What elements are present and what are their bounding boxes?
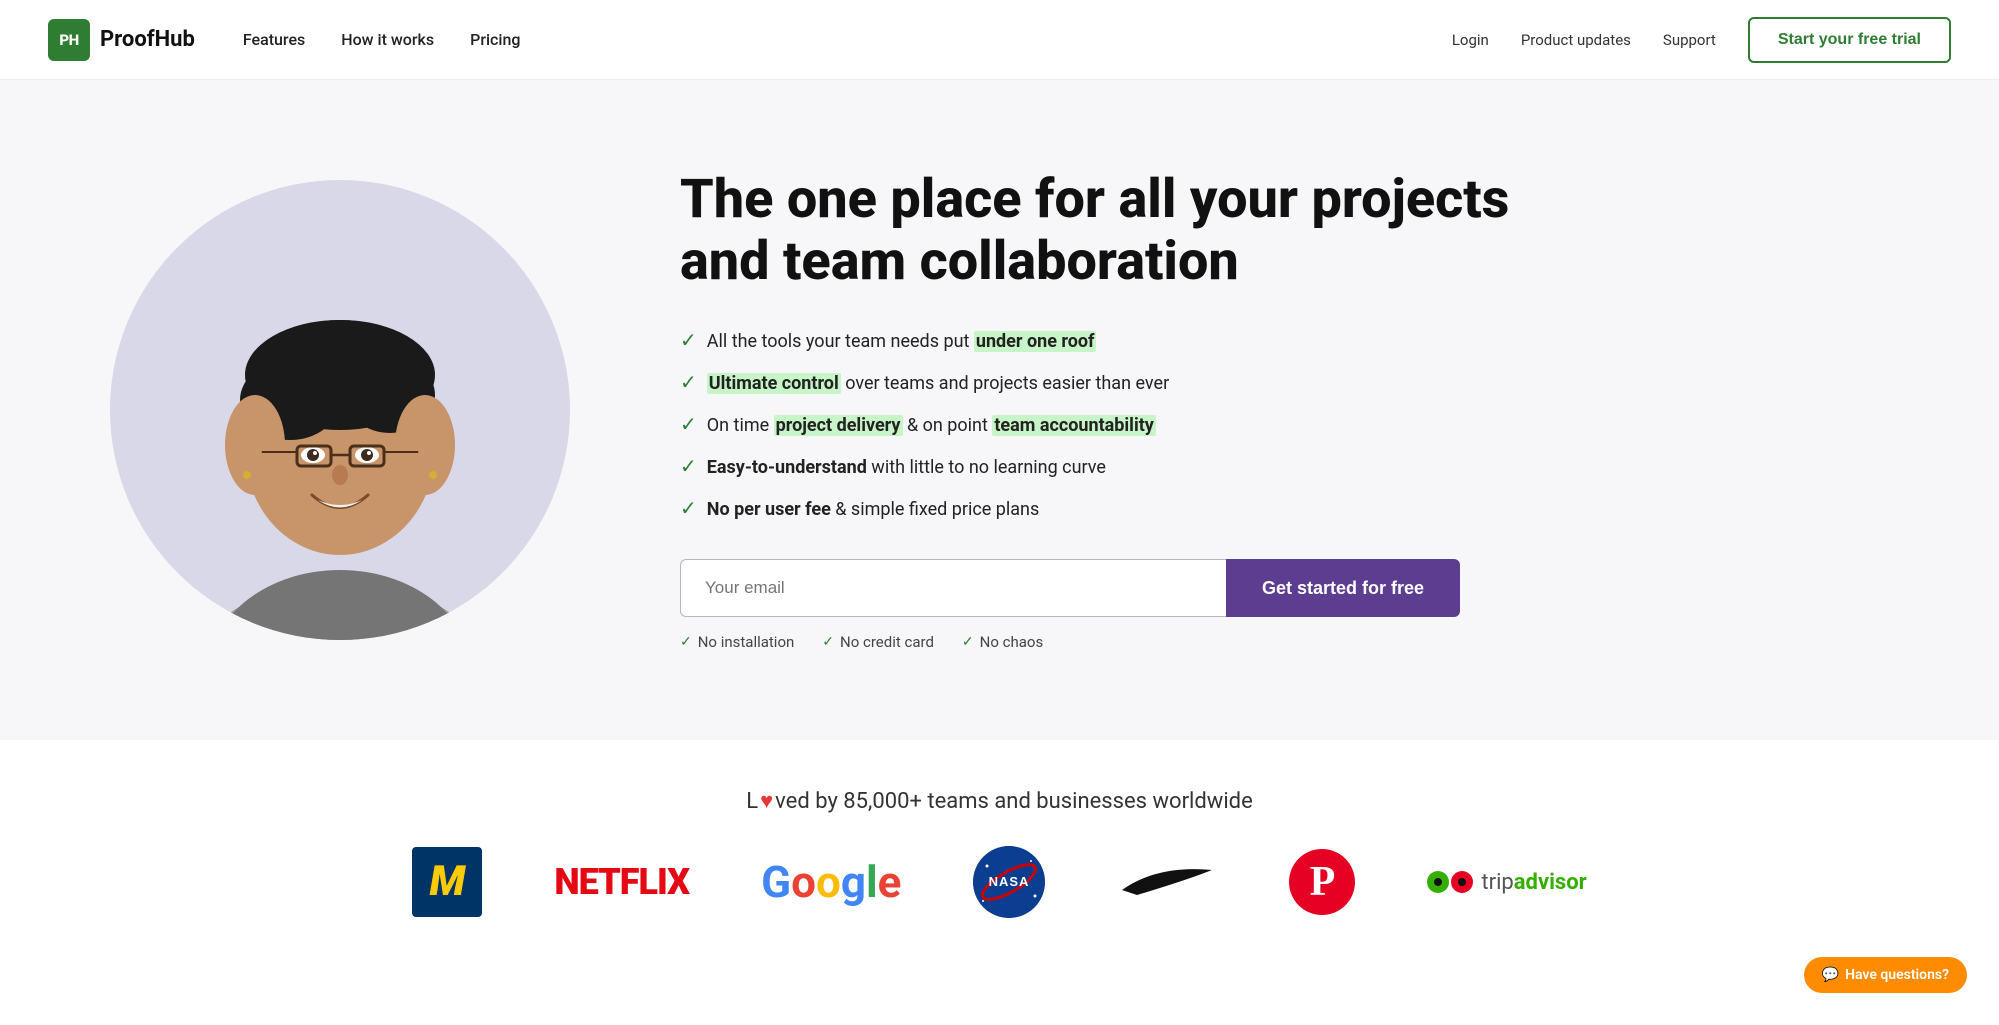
- feature-item-1: ✓ All the tools your team needs put unde…: [680, 325, 1560, 355]
- check-icon-3: ✓: [680, 409, 697, 439]
- sub-check-icon-1: ✓: [680, 634, 692, 650]
- feature-text-5: No per user fee & simple fixed price pla…: [707, 496, 1040, 523]
- nike-logo: [1117, 860, 1217, 904]
- feature-text-4: Easy-to-understand with little to no lea…: [707, 454, 1106, 481]
- tripadvisor-text: tripadvisor: [1481, 870, 1586, 895]
- sub-check-3: ✓ No chaos: [962, 633, 1043, 651]
- chat-label: Have questions?: [1845, 967, 1949, 983]
- check-icon-1: ✓: [680, 325, 697, 355]
- feature-item-5: ✓ No per user fee & simple fixed price p…: [680, 493, 1560, 523]
- feature-item-3: ✓ On time project delivery & on point te…: [680, 409, 1560, 439]
- tripadvisor-trip: trip: [1481, 870, 1513, 895]
- google-e: e: [878, 856, 902, 908]
- netflix-text: NETFLIX: [554, 861, 689, 903]
- support-link[interactable]: Support: [1663, 31, 1716, 49]
- hero-title: The one place for all your projects and …: [680, 169, 1560, 293]
- pinterest-p-letter: P: [1310, 858, 1336, 906]
- netflix-logo: NETFLIX: [554, 861, 689, 903]
- nav-pricing[interactable]: Pricing: [470, 30, 520, 49]
- navbar: PH ProofHub Features How it works Pricin…: [0, 0, 1999, 80]
- tripadvisor-logo: tripadvisor: [1427, 870, 1586, 895]
- google-g: G: [761, 856, 791, 908]
- highlight-ultimate-control: Ultimate control: [707, 373, 841, 394]
- chat-icon: 💬: [1822, 967, 1839, 983]
- feature-text-3: On time project delivery & on point team…: [707, 412, 1156, 439]
- feature-list: ✓ All the tools your team needs put unde…: [680, 325, 1560, 523]
- michigan-m: M: [429, 861, 465, 903]
- svg-text:NASA: NASA: [989, 874, 1030, 889]
- highlight-easy-to-understand: Easy-to-understand: [707, 457, 867, 478]
- tripadvisor-eye-right: [1451, 871, 1473, 893]
- nav-links: Features How it works Pricing: [243, 30, 521, 49]
- google-o1: o: [791, 856, 816, 908]
- google-g2: g: [841, 856, 866, 908]
- tripadvisor-owl: [1427, 871, 1473, 893]
- loved-text-rest: ved by 85,000+ teams and businesses worl…: [775, 789, 1253, 814]
- sub-check-label-3: No chaos: [980, 633, 1044, 651]
- highlight-project-delivery: project delivery: [774, 415, 903, 436]
- tripadvisor-pupil-left: [1434, 878, 1442, 886]
- sub-check-icon-3: ✓: [962, 634, 974, 650]
- proofhub-logo-icon: PH: [48, 19, 90, 61]
- nasa-svg: NASA: [973, 846, 1045, 918]
- nav-how-it-works[interactable]: How it works: [341, 30, 434, 49]
- logo-area[interactable]: PH ProofHub: [48, 19, 195, 61]
- loved-section: L ♥ ved by 85,000+ teams and businesses …: [0, 740, 1999, 954]
- sub-check-1: ✓ No installation: [680, 633, 794, 651]
- highlight-team-accountability: team accountability: [992, 415, 1156, 436]
- pinterest-logo: P: [1289, 849, 1355, 915]
- hero-content: The one place for all your projects and …: [680, 169, 1560, 651]
- login-link[interactable]: Login: [1452, 31, 1489, 49]
- check-icon-2: ✓: [680, 367, 697, 397]
- trial-button[interactable]: Start your free trial: [1748, 17, 1951, 63]
- tripadvisor-advisor-colored: advisor: [1514, 870, 1587, 895]
- hero-person-svg: [150, 180, 530, 640]
- google-l: l: [866, 856, 878, 908]
- loved-text-l: L: [746, 789, 758, 814]
- nav-features[interactable]: Features: [243, 30, 305, 49]
- sub-check-label-2: No credit card: [840, 633, 934, 651]
- hero-avatar: [110, 180, 570, 640]
- sub-check-icon-2: ✓: [822, 634, 834, 650]
- check-icon-4: ✓: [680, 451, 697, 481]
- heart-icon: ♥: [760, 788, 773, 814]
- feature-text-1: All the tools your team needs put under …: [707, 328, 1097, 355]
- logos-row: M NETFLIX G o o g l e NASA: [412, 846, 1586, 918]
- tripadvisor-pupil-right: [1458, 878, 1466, 886]
- google-o2: o: [816, 856, 841, 908]
- feature-item-2: ✓ Ultimate control over teams and projec…: [680, 367, 1560, 397]
- sub-checks: ✓ No installation ✓ No credit card ✓ No …: [680, 633, 1560, 651]
- highlight-under-one-roof: under one roof: [974, 331, 1097, 352]
- nasa-logo: NASA: [973, 846, 1045, 918]
- hero-image-area: [80, 180, 600, 640]
- chat-bubble[interactable]: 💬 Have questions?: [1804, 957, 1967, 993]
- cta-button[interactable]: Get started for free: [1226, 559, 1460, 617]
- check-icon-5: ✓: [680, 493, 697, 523]
- feature-item-4: ✓ Easy-to-understand with little to no l…: [680, 451, 1560, 481]
- michigan-logo: M: [412, 847, 482, 917]
- hero-section: The one place for all your projects and …: [0, 80, 1999, 740]
- email-input[interactable]: [680, 559, 1226, 617]
- nav-right: Login Product updates Support Start your…: [1452, 17, 1951, 63]
- tripadvisor-eye-left: [1427, 871, 1449, 893]
- highlight-no-per-user-fee: No per user fee: [707, 499, 831, 520]
- loved-text: L ♥ ved by 85,000+ teams and businesses …: [746, 788, 1253, 814]
- product-updates-link[interactable]: Product updates: [1521, 31, 1631, 49]
- google-logo: G o o g l e: [761, 856, 901, 908]
- feature-text-2: Ultimate control over teams and projects…: [707, 370, 1169, 397]
- sub-check-label-1: No installation: [698, 633, 795, 651]
- nike-swoosh-svg: [1117, 860, 1217, 900]
- sub-check-2: ✓ No credit card: [822, 633, 934, 651]
- email-row: Get started for free: [680, 559, 1460, 617]
- proofhub-logo-text: ProofHub: [100, 27, 195, 52]
